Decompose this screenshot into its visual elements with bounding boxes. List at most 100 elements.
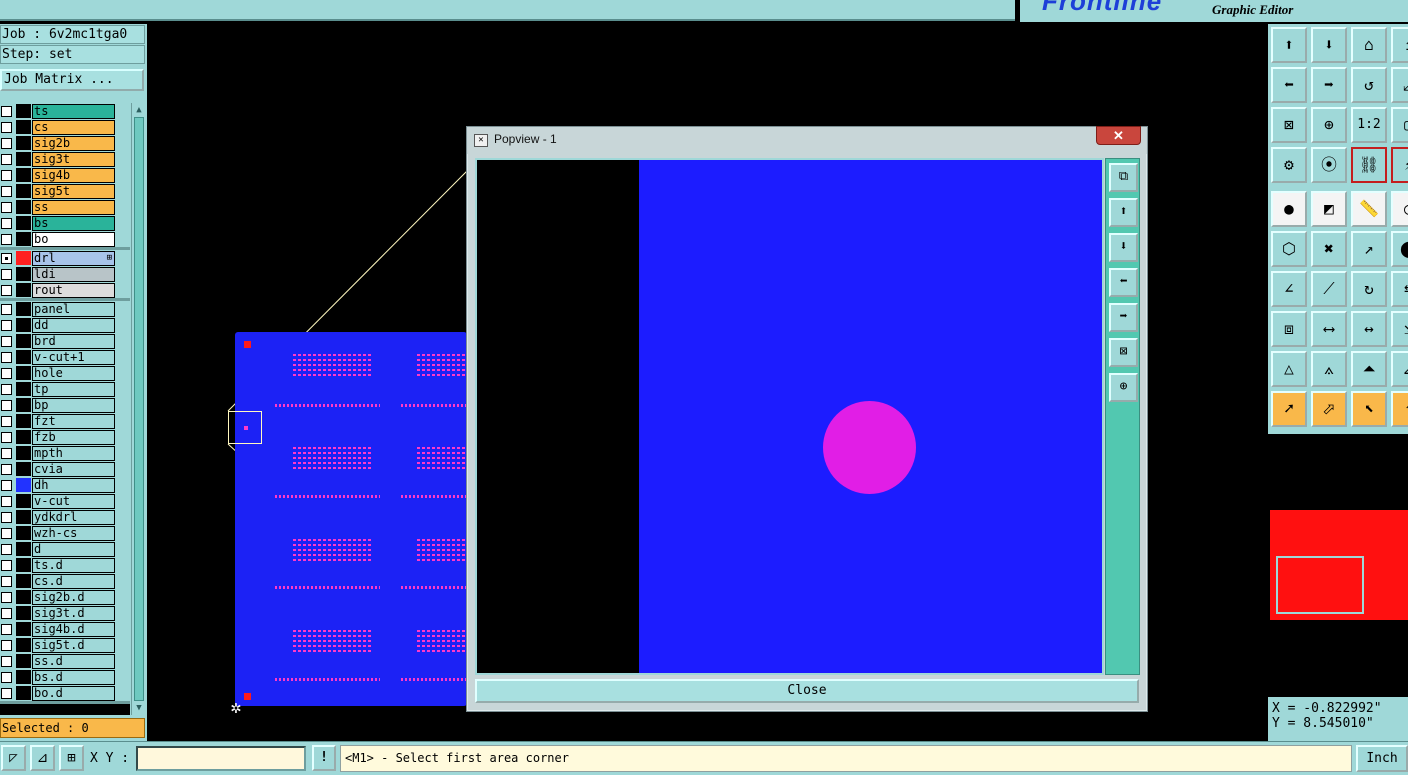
layer-name[interactable]: cs.d xyxy=(32,574,115,589)
layer-color-swatch[interactable] xyxy=(16,184,31,198)
span-extra-icon[interactable]: ⇲ xyxy=(1391,311,1408,347)
layer-name[interactable]: dh xyxy=(32,478,115,493)
net-extra-icon[interactable]: ⚡ xyxy=(1391,147,1408,183)
pan-down-icon[interactable]: ⬇ xyxy=(1109,233,1138,262)
layer-color-swatch[interactable] xyxy=(16,430,31,444)
layer-name[interactable]: sig4b xyxy=(32,168,115,183)
layer-name[interactable]: sig2b xyxy=(32,136,115,151)
home-icon[interactable]: ⌂ xyxy=(1351,27,1387,63)
layer-color-swatch[interactable] xyxy=(16,251,31,265)
layer-row[interactable]: fzb xyxy=(0,429,130,445)
layer-color-swatch[interactable] xyxy=(16,216,31,230)
move-icon[interactable]: ↗ xyxy=(1351,231,1387,267)
layer-name[interactable]: brd xyxy=(32,334,115,349)
layer-name[interactable]: ss.d xyxy=(32,654,115,669)
layer-checkbox[interactable] xyxy=(1,512,12,523)
layer-checkbox[interactable] xyxy=(1,269,12,280)
popview-close-x-button[interactable]: ✕ xyxy=(1096,126,1141,145)
layer-row[interactable]: wzh-cs xyxy=(0,525,130,541)
layer-row[interactable]: drl ⊞ xyxy=(0,250,130,266)
layer-row[interactable]: cs xyxy=(0,119,130,135)
layer-checkbox[interactable] xyxy=(1,496,12,507)
layer-row[interactable]: cs.d xyxy=(0,573,130,589)
layer-color-swatch[interactable] xyxy=(16,446,31,460)
layer-row[interactable]: v-cut+1 xyxy=(0,349,130,365)
layer-checkbox[interactable] xyxy=(1,320,12,331)
layer-checkbox[interactable] xyxy=(1,170,12,181)
layer-checkbox[interactable] xyxy=(1,544,12,555)
unit-toggle-button[interactable]: Inch xyxy=(1356,745,1408,772)
layer-color-swatch[interactable] xyxy=(16,638,31,652)
layer-checkbox[interactable] xyxy=(1,592,12,603)
layer-checkbox[interactable] xyxy=(1,218,12,229)
layer-name[interactable]: ts.d xyxy=(32,558,115,573)
layer-checkbox[interactable] xyxy=(1,138,12,149)
rotate-icon[interactable]: ↻ xyxy=(1351,271,1387,307)
job-matrix-button[interactable]: Job Matrix ... xyxy=(0,69,144,91)
layer-checkbox[interactable] xyxy=(1,576,12,587)
layer-color-swatch[interactable] xyxy=(16,200,31,214)
layer-checkbox[interactable] xyxy=(1,352,12,363)
line-icon[interactable]: ∠ xyxy=(1271,271,1307,307)
layer-color-swatch[interactable] xyxy=(16,168,31,182)
stretch-icon[interactable]: ⟷ xyxy=(1311,311,1347,347)
layer-name[interactable]: bo xyxy=(32,232,115,247)
zoom-in-icon[interactable]: ⊕ xyxy=(1109,373,1138,402)
layer-color-swatch[interactable] xyxy=(16,622,31,636)
layer-name[interactable]: ss xyxy=(32,200,115,215)
layer-name[interactable]: bo.d xyxy=(32,686,115,701)
move-extra-icon[interactable]: ⬤ xyxy=(1391,231,1408,267)
layer-row[interactable]: bo.d xyxy=(0,685,130,701)
layer-row[interactable]: bs xyxy=(0,215,130,231)
layer-row[interactable]: ts.d xyxy=(0,557,130,573)
snap-mode-icon[interactable]: ◸ xyxy=(1,745,26,771)
round-icon[interactable]: ◯ xyxy=(1391,191,1408,227)
layer-row[interactable]: sig3t.d xyxy=(0,605,130,621)
layer-name[interactable]: drl ⊞ xyxy=(32,251,115,266)
layer-color-swatch[interactable] xyxy=(16,152,31,166)
layer-name[interactable]: v-cut+1 xyxy=(32,350,115,365)
layer-checkbox[interactable] xyxy=(1,448,12,459)
layer-checkbox[interactable] xyxy=(1,368,12,379)
layer-name[interactable]: bs xyxy=(32,216,115,231)
measure-point-icon[interactable]: ⦿ xyxy=(1311,147,1347,183)
layer-color-swatch[interactable] xyxy=(16,283,31,297)
pan-extra-icon[interactable]: ↥ xyxy=(1391,27,1408,63)
layer-checkbox[interactable] xyxy=(1,528,12,539)
grid-snap-icon[interactable]: ⊿ xyxy=(30,745,55,771)
layer-name[interactable]: dd xyxy=(32,318,115,333)
layer-checkbox[interactable] xyxy=(1,384,12,395)
xy-input[interactable] xyxy=(136,746,306,771)
pcb-panel[interactable] xyxy=(235,332,506,706)
layer-name[interactable]: sig2b.d xyxy=(32,590,115,605)
pan-right-icon[interactable]: ➡ xyxy=(1109,303,1138,332)
zoom-window-icon[interactable]: ▢ xyxy=(1391,107,1408,143)
layer-row[interactable]: sig4b xyxy=(0,167,130,183)
layer-row[interactable]: bs.d xyxy=(0,669,130,685)
popview-title-bar[interactable]: ✕ Popview - 1 xyxy=(467,127,1147,154)
zoom-extra-icon[interactable]: ⤢ xyxy=(1391,67,1408,103)
layer-name[interactable]: fzt xyxy=(32,414,115,429)
zoom-out-icon[interactable]: ⊠ xyxy=(1109,338,1138,367)
overview-map[interactable] xyxy=(1268,432,1408,694)
layer-color-swatch[interactable] xyxy=(16,120,31,134)
layer-color-swatch[interactable] xyxy=(16,398,31,412)
layer-checkbox[interactable] xyxy=(1,154,12,165)
layer-name[interactable]: hole xyxy=(32,366,115,381)
layer-row[interactable]: rout xyxy=(0,282,130,298)
grid-icon[interactable]: ⊞ xyxy=(59,745,84,771)
layer-name[interactable]: fzb xyxy=(32,430,115,445)
layer-name[interactable]: tp xyxy=(32,382,115,397)
layer-checkbox[interactable] xyxy=(1,624,12,635)
layer-row[interactable]: v-cut xyxy=(0,493,130,509)
layer-color-swatch[interactable] xyxy=(16,558,31,572)
delete-icon[interactable]: ✖ xyxy=(1311,231,1347,267)
layer-checkbox[interactable] xyxy=(1,560,12,571)
layer-row[interactable]: bo xyxy=(0,231,130,247)
select-box-icon[interactable]: ⬉ xyxy=(1351,391,1387,427)
layer-name[interactable]: ts xyxy=(32,104,115,119)
layer-color-swatch[interactable] xyxy=(16,590,31,604)
layer-color-swatch[interactable] xyxy=(16,366,31,380)
layer-checkbox[interactable] xyxy=(1,640,12,651)
zoom-fit-icon[interactable]: ⧉ xyxy=(1109,163,1138,192)
